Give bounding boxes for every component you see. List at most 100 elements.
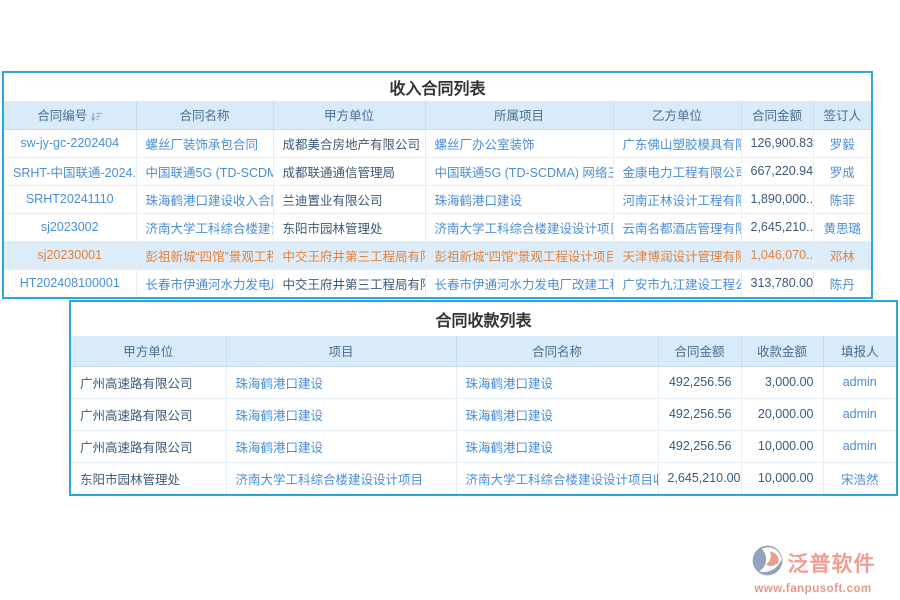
- col-header-project: 所属项目: [425, 101, 613, 129]
- cell-party-b[interactable]: 广安市九江建设工程公司: [613, 269, 741, 297]
- sort-descending-icon[interactable]: [91, 111, 102, 125]
- col-header-party-b: 乙方单位: [613, 101, 741, 129]
- col-header-signer: 签订人: [813, 101, 871, 129]
- cell-receipt-amount: 10,000.00: [741, 430, 823, 462]
- cell-party-a: 兰迪置业有限公司: [273, 185, 425, 213]
- income-contract-panel: 收入合同列表 合同编号 合同名称 甲方单位 所属项目 乙方单位 合同金额 签订人…: [2, 71, 873, 299]
- cell-signer[interactable]: 陈菲: [813, 185, 871, 213]
- cell-party-b[interactable]: 云南名都酒店管理有限...: [613, 213, 741, 241]
- cell-signer[interactable]: 罗毅: [813, 129, 871, 157]
- cell-amount: 313,780.00: [741, 269, 813, 297]
- table-row-selected[interactable]: sj20230001 彭祖新城“四馆”景观工程设计... 中交王府井第三工程局有…: [4, 241, 871, 269]
- cell-party-a: 东阳市园林管理处: [273, 213, 425, 241]
- cell-filler[interactable]: 宋浩然: [823, 462, 896, 494]
- cell-party-b[interactable]: 金康电力工程有限公司: [613, 157, 741, 185]
- cell-contract-name[interactable]: 珠海鹤港口建设: [456, 366, 658, 398]
- cell-signer[interactable]: 邓林: [813, 241, 871, 269]
- cell-amount: 667,220.94: [741, 157, 813, 185]
- cell-contract-name[interactable]: 螺丝厂装饰承包合同: [136, 129, 273, 157]
- cell-contract-no[interactable]: SRHT-中国联通-2024...: [4, 157, 136, 185]
- table-row[interactable]: SRHT-中国联通-2024... 中国联通5G (TD-SCDMA) ... …: [4, 157, 871, 185]
- cell-contract-name[interactable]: 长春市伊通河水力发电厂改...: [136, 269, 273, 297]
- income-contract-table: 合同编号 合同名称 甲方单位 所属项目 乙方单位 合同金额 签订人 sw-jy-…: [4, 101, 871, 297]
- brand-name: 泛普软件: [788, 548, 876, 578]
- cell-contract-amount: 492,256.56: [658, 398, 741, 430]
- cell-contract-name[interactable]: 彭祖新城“四馆”景观工程设计...: [136, 241, 273, 269]
- cell-contract-name[interactable]: 珠海鹤港口建设: [456, 430, 658, 462]
- cell-contract-name[interactable]: 珠海鹤港口建设: [456, 398, 658, 430]
- cell-project[interactable]: 珠海鹤港口建设: [226, 366, 456, 398]
- cell-party-a: 成都美合房地产有限公司: [273, 129, 425, 157]
- cell-contract-no[interactable]: sj2023002: [4, 213, 136, 241]
- cell-filler[interactable]: admin: [823, 366, 896, 398]
- cell-party-b[interactable]: 广东佛山塑胶模具有限...: [613, 129, 741, 157]
- cell-party-a: 广州高速路有限公司: [71, 366, 226, 398]
- contract-receipt-panel: 合同收款列表 甲方单位 项目 合同名称 合同金额 收款金额 填报人 广州高速路有…: [69, 300, 898, 496]
- cell-party-a: 中交王府井第三工程局有限...: [273, 241, 425, 269]
- col-header-contract-name: 合同名称: [136, 101, 273, 129]
- col-header-filler: 填报人: [823, 336, 896, 366]
- cell-signer[interactable]: 罗成: [813, 157, 871, 185]
- cell-project[interactable]: 珠海鹤港口建设: [226, 430, 456, 462]
- contract-receipt-table: 甲方单位 项目 合同名称 合同金额 收款金额 填报人 广州高速路有限公司 珠海鹤…: [71, 336, 896, 494]
- cell-project[interactable]: 长春市伊通河水力发电厂改建工程: [425, 269, 613, 297]
- col-header-party-a: 甲方单位: [71, 336, 226, 366]
- cell-filler[interactable]: admin: [823, 430, 896, 462]
- cell-amount: 126,900.83: [741, 129, 813, 157]
- cell-project[interactable]: 彭祖新城“四馆”景观工程设计项目: [425, 241, 613, 269]
- cell-contract-no[interactable]: sw-jy-gc-2202404: [4, 129, 136, 157]
- table-row[interactable]: 广州高速路有限公司 珠海鹤港口建设 珠海鹤港口建设 492,256.56 3,0…: [71, 366, 896, 398]
- cell-contract-amount: 492,256.56: [658, 430, 741, 462]
- table-row[interactable]: SRHT20241110 珠海鹤港口建设收入合同2 兰迪置业有限公司 珠海鹤港口…: [4, 185, 871, 213]
- cell-contract-no[interactable]: HT202408100001: [4, 269, 136, 297]
- table-row[interactable]: sj2023002 济南大学工科综合楼建设设... 东阳市园林管理处 济南大学工…: [4, 213, 871, 241]
- col-header-contract-amount: 合同金额: [658, 336, 741, 366]
- cell-project[interactable]: 中国联通5G (TD-SCDMA) 网络三...: [425, 157, 613, 185]
- cell-contract-name[interactable]: 济南大学工科综合楼建设设...: [136, 213, 273, 241]
- col-header-contract-no[interactable]: 合同编号: [4, 101, 136, 129]
- col-header-party-a: 甲方单位: [273, 101, 425, 129]
- cell-party-a: 中交王府井第三工程局有限...: [273, 269, 425, 297]
- col-header-contract-name: 合同名称: [456, 336, 658, 366]
- col-header-project: 项目: [226, 336, 456, 366]
- cell-party-a: 东阳市园林管理处: [71, 462, 226, 494]
- cell-project[interactable]: 珠海鹤港口建设: [425, 185, 613, 213]
- cell-contract-no[interactable]: SRHT20241110: [4, 185, 136, 213]
- cell-filler[interactable]: admin: [823, 398, 896, 430]
- table-row[interactable]: 广州高速路有限公司 珠海鹤港口建设 珠海鹤港口建设 492,256.56 10,…: [71, 430, 896, 462]
- income-header-row: 合同编号 合同名称 甲方单位 所属项目 乙方单位 合同金额 签订人: [4, 101, 871, 129]
- cell-contract-no[interactable]: sj20230001: [4, 241, 136, 269]
- cell-receipt-amount: 10,000.00: [741, 462, 823, 494]
- cell-contract-name[interactable]: 珠海鹤港口建设收入合同2: [136, 185, 273, 213]
- cell-receipt-amount: 3,000.00: [741, 366, 823, 398]
- col-header-amount: 合同金额: [741, 101, 813, 129]
- receipt-header-row: 甲方单位 项目 合同名称 合同金额 收款金额 填报人: [71, 336, 896, 366]
- table-row[interactable]: sw-jy-gc-2202404 螺丝厂装饰承包合同 成都美合房地产有限公司 螺…: [4, 129, 871, 157]
- cell-contract-amount: 2,645,210.00: [658, 462, 741, 494]
- table-row[interactable]: HT202408100001 长春市伊通河水力发电厂改... 中交王府井第三工程…: [4, 269, 871, 297]
- cell-signer[interactable]: 黄思璐: [813, 213, 871, 241]
- cell-party-b[interactable]: 天津博润设计管理有限...: [613, 241, 741, 269]
- cell-contract-name[interactable]: 中国联通5G (TD-SCDMA) ...: [136, 157, 273, 185]
- cell-project[interactable]: 珠海鹤港口建设: [226, 398, 456, 430]
- cell-project[interactable]: 螺丝厂办公室装饰: [425, 129, 613, 157]
- brand-footer: 泛普软件 www.fanpusoft.com: [734, 544, 892, 595]
- cell-party-a: 成都联通通信管理局: [273, 157, 425, 185]
- col-header-receipt-amount: 收款金额: [741, 336, 823, 366]
- cell-signer[interactable]: 陈丹: [813, 269, 871, 297]
- cell-amount: 2,645,210...: [741, 213, 813, 241]
- cell-amount: 1,890,000...: [741, 185, 813, 213]
- income-table-title: 收入合同列表: [4, 73, 871, 101]
- brand-url[interactable]: www.fanpusoft.com: [754, 583, 871, 595]
- cell-party-b[interactable]: 河南正林设计工程有限...: [613, 185, 741, 213]
- table-row[interactable]: 广州高速路有限公司 珠海鹤港口建设 珠海鹤港口建设 492,256.56 20,…: [71, 398, 896, 430]
- cell-contract-name[interactable]: 济南大学工科综合楼建设设计项目收...: [456, 462, 658, 494]
- cell-party-a: 广州高速路有限公司: [71, 398, 226, 430]
- cell-party-a: 广州高速路有限公司: [71, 430, 226, 462]
- fanpu-logo-icon: [751, 544, 784, 582]
- cell-amount: 1,046,070...: [741, 241, 813, 269]
- cell-project[interactable]: 济南大学工科综合楼建设设计项目: [226, 462, 456, 494]
- cell-receipt-amount: 20,000.00: [741, 398, 823, 430]
- table-row[interactable]: 东阳市园林管理处 济南大学工科综合楼建设设计项目 济南大学工科综合楼建设设计项目…: [71, 462, 896, 494]
- cell-project[interactable]: 济南大学工科综合楼建设设计项目: [425, 213, 613, 241]
